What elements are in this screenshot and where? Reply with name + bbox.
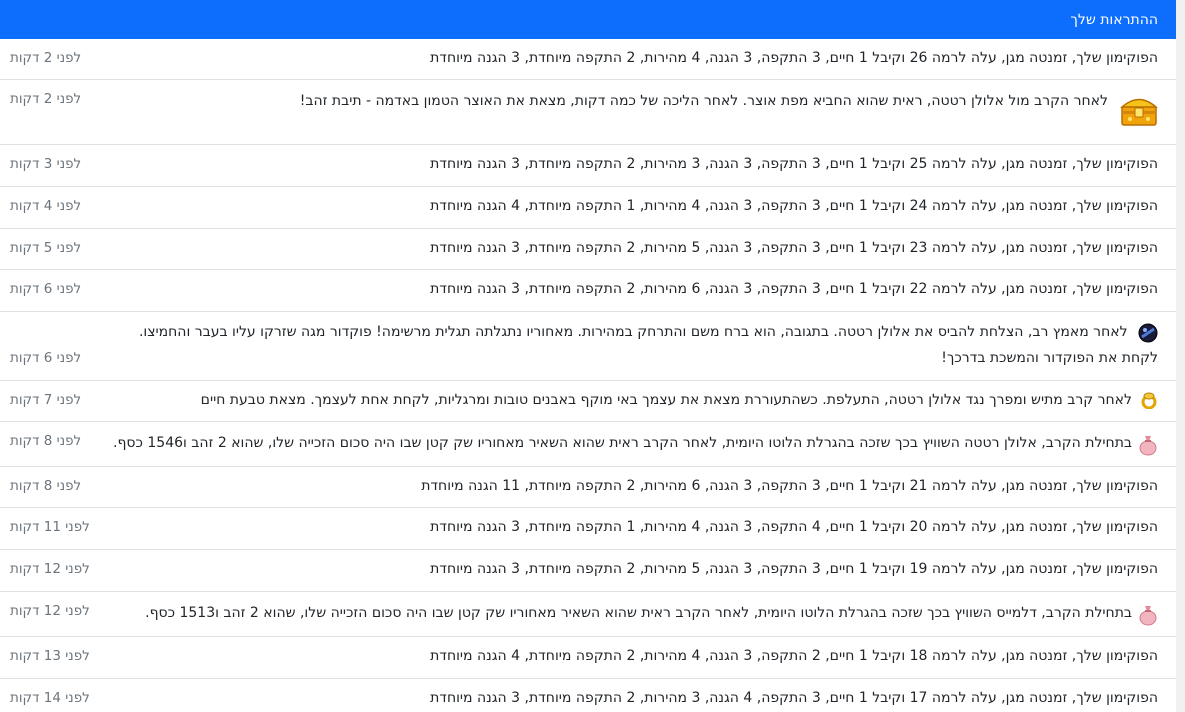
notification-item: הפוקימון שלך, זמנטה מגן, עלה לרמה 25 וקי… [0, 145, 1176, 187]
notification-text: הפוקימון שלך, זמנטה מגן, עלה לרמה 20 וקי… [430, 519, 1158, 535]
money-bag-icon [1138, 604, 1158, 626]
notification-time: לפני 8 דקות [10, 433, 82, 449]
notification-time: לפני 12 דקות [10, 603, 90, 619]
notification-item: הפוקימון שלך, זמנטה מגן, עלה לרמה 18 וקי… [0, 637, 1176, 679]
notification-text: הפוקימון שלך, זמנטה מגן, עלה לרמה 17 וקי… [430, 690, 1158, 706]
notifications-list[interactable]: הפוקימון שלך, זמנטה מגן, עלה לרמה 26 וקי… [0, 39, 1176, 712]
notifications-panel: ההתראות שלך הפוקימון שלך, זמנטה מגן, עלה… [0, 0, 1176, 712]
notification-text: הפוקימון שלך, זמנטה מגן, עלה לרמה 25 וקי… [430, 156, 1158, 172]
notifications-header: ההתראות שלך [0, 0, 1176, 39]
scrollbar-track[interactable] [1176, 0, 1185, 712]
notification-text: לאחר מאמץ רב, הצלחת להביס את אלולן רטטה.… [138, 324, 1158, 366]
notification-time: לפני 5 דקות [10, 240, 82, 256]
notification-time: לפני 7 דקות [10, 392, 82, 408]
notification-time: לפני 2 דקות [10, 50, 82, 66]
notification-text: בתחילת הקרב, דלמייס השוויץ בכך שזכה בהגר… [145, 605, 1132, 621]
notification-text: הפוקימון שלך, זמנטה מגן, עלה לרמה 23 וקי… [430, 240, 1158, 256]
notification-item: הפוקימון שלך, זמנטה מגן, עלה לרמה 23 וקי… [0, 229, 1176, 270]
notification-text: הפוקימון שלך, זמנטה מגן, עלה לרמה 19 וקי… [430, 561, 1158, 577]
notification-item: הפוקימון שלך, זמנטה מגן, עלה לרמה 17 וקי… [0, 679, 1176, 712]
notification-item: בתחילת הקרב, דלמייס השוויץ בכך שזכה בהגר… [0, 592, 1176, 637]
notification-time: לפני 6 דקות [10, 350, 82, 366]
notification-text: הפוקימון שלך, זמנטה מגן, עלה לרמה 21 וקי… [421, 478, 1158, 494]
notification-text: לאחר קרב מתיש ומפרך נגד אלולן רטטה, התעל… [200, 392, 1132, 408]
notification-item: לאחר הקרב מול אלולן רטטה, ראית שהוא החבי… [0, 80, 1176, 145]
treasure-chest-icon [1120, 94, 1158, 128]
notification-item: הפוקימון שלך, זמנטה מגן, עלה לרמה 19 וקי… [0, 550, 1176, 592]
notification-time: לפני 3 דקות [10, 156, 82, 172]
notification-time: לפני 12 דקות [10, 561, 90, 577]
notification-item: הפוקימון שלך, זמנטה מגן, עלה לרמה 26 וקי… [0, 39, 1176, 80]
notification-text: בתחילת הקרב, אלולן רטטה השוויץ בכך שזכה … [113, 435, 1132, 451]
notification-time: לפני 4 דקות [10, 198, 82, 214]
notification-time: לפני 13 דקות [10, 648, 90, 664]
notification-item: הפוקימון שלך, זמנטה מגן, עלה לרמה 20 וקי… [0, 508, 1176, 550]
notification-item: לאחר קרב מתיש ומפרך נגד אלולן רטטה, התעל… [0, 381, 1176, 422]
notification-time: לפני 14 דקות [10, 690, 90, 706]
panel-title: ההתראות שלך [1070, 11, 1158, 28]
notification-text: הפוקימון שלך, זמנטה מגן, עלה לרמה 22 וקי… [430, 281, 1158, 297]
notification-time: לפני 8 דקות [10, 478, 82, 494]
notification-text: הפוקימון שלך, זמנטה מגן, עלה לרמה 24 וקי… [430, 198, 1158, 214]
notification-item: הפוקימון שלך, זמנטה מגן, עלה לרמה 22 וקי… [0, 270, 1176, 312]
money-bag-icon [1138, 434, 1158, 456]
notification-time: לפני 6 דקות [10, 281, 82, 297]
notification-time: לפני 11 דקות [10, 519, 90, 535]
notification-text: הפוקימון שלך, זמנטה מגן, עלה לרמה 18 וקי… [430, 648, 1158, 664]
pokedex-orb-icon [1138, 323, 1158, 343]
life-ring-icon [1138, 391, 1158, 411]
notification-time: לפני 2 דקות [10, 91, 82, 107]
notification-item: לאחר מאמץ רב, הצלחת להביס את אלולן רטטה.… [0, 312, 1176, 381]
notification-item: הפוקימון שלך, זמנטה מגן, עלה לרמה 21 וקי… [0, 467, 1176, 508]
notification-item: הפוקימון שלך, זמנטה מגן, עלה לרמה 24 וקי… [0, 187, 1176, 229]
notification-item: בתחילת הקרב, אלולן רטטה השוויץ בכך שזכה … [0, 422, 1176, 467]
notification-text: לאחר הקרב מול אלולן רטטה, ראית שהוא החבי… [299, 93, 1108, 109]
notification-text: הפוקימון שלך, זמנטה מגן, עלה לרמה 26 וקי… [430, 50, 1158, 66]
